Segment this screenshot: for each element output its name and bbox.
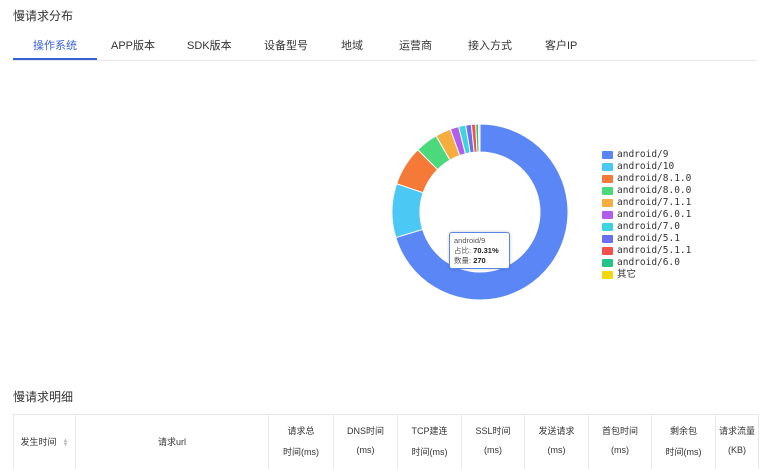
legend-swatch — [602, 247, 613, 255]
legend-label: android/5.1.1 — [617, 245, 692, 256]
chart-tooltip: android/9 占比: 70.31% 数量: 270 — [449, 232, 510, 269]
chart-legend: android/9 android/10 android/8.1.0 android/… — [602, 149, 691, 281]
legend-label: android/7.0 — [617, 221, 680, 232]
legend-item-9[interactable]: android/6.0 — [602, 257, 691, 269]
column-url: 请求url — [76, 415, 269, 469]
legend-swatch — [602, 187, 613, 195]
column-total-time-l1: 请求总 — [287, 426, 315, 436]
column-tcp-time-l2: 时间(ms) — [411, 447, 448, 457]
legend-item-3[interactable]: android/8.0.0 — [602, 185, 691, 197]
legend-label: android/10 — [617, 161, 675, 172]
dimension-tabs: 操作系统 APP版本 SDK版本 设备型号 地域 运营商 接入方式 客户IP — [13, 33, 757, 61]
legend-label: android/8.0.0 — [617, 185, 692, 196]
tooltip-label: android/9 — [454, 236, 486, 245]
tab-os[interactable]: 操作系统 — [13, 33, 97, 60]
legend-item-8[interactable]: android/5.1.1 — [602, 245, 691, 257]
tooltip-ratio: 70.31% — [473, 246, 499, 255]
legend-item-5[interactable]: android/6.0.1 — [602, 209, 691, 221]
legend-item-7[interactable]: android/5.1 — [602, 233, 691, 245]
legend-swatch — [602, 223, 613, 231]
tab-client-ip[interactable]: 客户IP — [543, 33, 579, 59]
legend-item-10[interactable]: 其它 — [602, 269, 691, 281]
column-send-time-l2: (ms) — [547, 445, 566, 455]
legend-label: android/6.0.1 — [617, 209, 692, 220]
tab-sdk-version[interactable]: SDK版本 — [185, 33, 234, 59]
column-tcp-time-l1: TCP建连 — [411, 426, 448, 436]
column-time[interactable]: 发生时间 ▲ ▼ — [14, 415, 76, 469]
column-first-packet-time-l1: 首包时间 — [601, 426, 638, 436]
column-traffic-l1: 请求流量 — [718, 426, 755, 436]
legend-item-4[interactable]: android/7.1.1 — [602, 197, 691, 209]
column-total-time-l2: 时间(ms) — [283, 447, 319, 457]
column-url-label: 请求url — [157, 437, 186, 447]
column-traffic: 请求流量 (KB) — [716, 415, 758, 469]
column-remaining-time-l1: 剩余包 — [669, 426, 697, 436]
legend-label: android/8.1.0 — [617, 173, 692, 184]
legend-swatch — [602, 259, 613, 267]
tooltip-ratio-label: 占比: — [454, 246, 472, 255]
legend-swatch — [602, 271, 613, 279]
legend-item-6[interactable]: android/7.0 — [602, 221, 691, 233]
column-remaining-time: 剩余包 时间(ms) — [652, 415, 716, 469]
sort-icon[interactable]: ▲ ▼ — [63, 438, 69, 448]
legend-swatch — [602, 235, 613, 243]
tab-app-version[interactable]: APP版本 — [109, 33, 157, 59]
legend-swatch — [602, 199, 613, 207]
legend-label: android/5.1 — [617, 233, 680, 244]
tab-device-model[interactable]: 设备型号 — [262, 33, 310, 59]
detail-title: 慢请求明细 — [13, 390, 74, 404]
tooltip-count-label: 数量: — [454, 256, 472, 265]
column-time-label: 发生时间 — [20, 437, 57, 447]
column-dns-time-l1: DNS时间 — [346, 426, 384, 436]
legend-swatch — [602, 151, 613, 159]
column-ssl-time-l2: (ms) — [484, 445, 502, 455]
tooltip-count: 270 — [473, 256, 486, 265]
column-traffic-l2: (KB) — [728, 445, 746, 455]
column-ssl-time-l1: SSL时间 — [475, 426, 511, 436]
column-ssl-time: SSL时间 (ms) — [462, 415, 525, 469]
legend-swatch — [602, 211, 613, 219]
legend-label: android/6.0 — [617, 257, 680, 268]
column-tcp-time: TCP建连 时间(ms) — [398, 415, 462, 469]
column-send-time: 发送请求 (ms) — [525, 415, 589, 469]
column-send-time-l1: 发送请求 — [538, 426, 575, 436]
tab-carrier[interactable]: 运营商 — [397, 33, 434, 59]
slow-request-table: 发生时间 ▲ ▼ 请求url 请求总 时间(ms) DNS时间 (ms) TCP建连… — [13, 414, 759, 469]
legend-label: android/9 — [617, 149, 669, 160]
column-remaining-time-l2: 时间(ms) — [665, 447, 702, 457]
donut-slice-10[interactable] — [478, 123, 481, 153]
column-total-time: 请求总 时间(ms) — [269, 415, 334, 469]
distribution-title: 慢请求分布 — [13, 9, 74, 23]
legend-label: 其它 — [617, 269, 637, 280]
legend-label: android/7.1.1 — [617, 197, 692, 208]
donut-slice-1[interactable] — [391, 183, 424, 239]
tab-access-type[interactable]: 接入方式 — [466, 33, 514, 59]
legend-item-1[interactable]: android/10 — [602, 161, 691, 173]
legend-swatch — [602, 175, 613, 183]
column-dns-time: DNS时间 (ms) — [334, 415, 398, 469]
legend-item-2[interactable]: android/8.1.0 — [602, 173, 691, 185]
legend-item-0[interactable]: android/9 — [602, 149, 691, 161]
column-first-packet-time: 首包时间 (ms) — [589, 415, 652, 469]
column-dns-time-l2: (ms) — [356, 445, 375, 455]
legend-swatch — [602, 163, 613, 171]
tab-region[interactable]: 地域 — [339, 33, 365, 59]
column-first-packet-time-l2: (ms) — [611, 445, 629, 455]
